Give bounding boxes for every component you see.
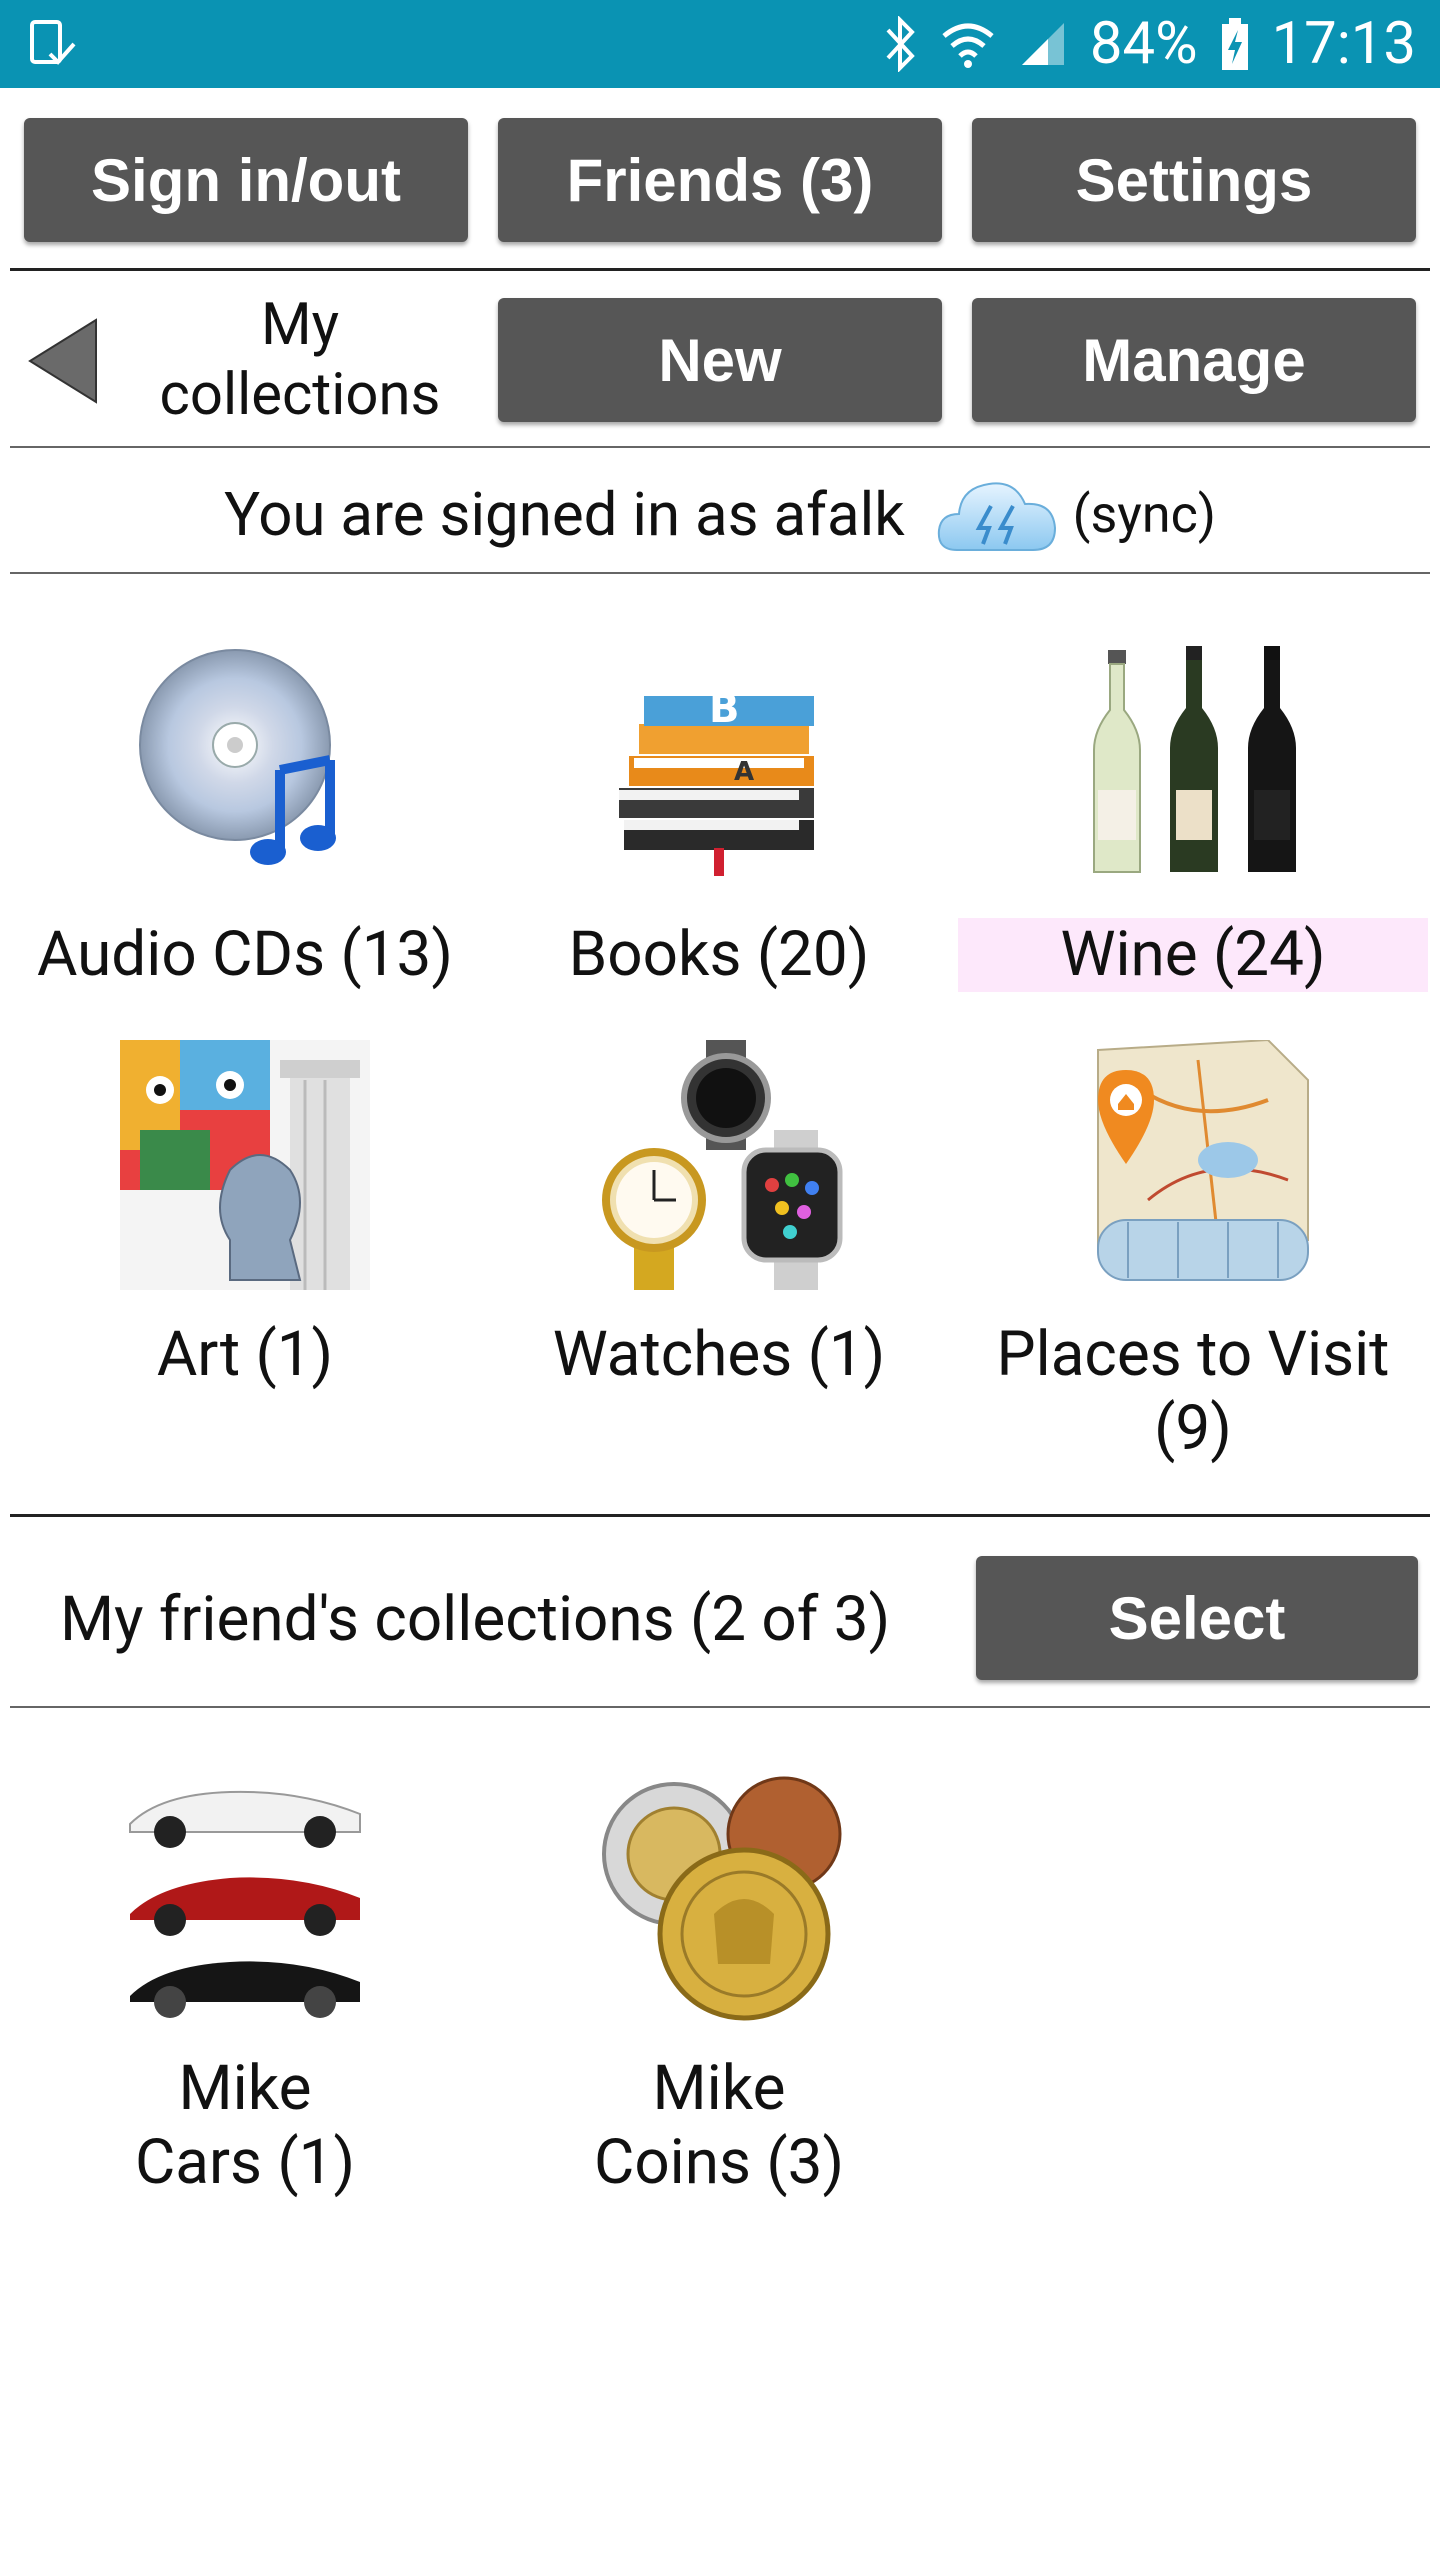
divider <box>10 1514 1430 1517</box>
map-icon <box>1097 1038 1309 1281</box>
signal-icon <box>1021 23 1064 65</box>
friends-collections-label: My friend's collections (2 of 3) <box>60 1583 891 1656</box>
collection-label: Mike Coins (3) <box>484 2052 954 2200</box>
bluetooth-icon <box>886 16 915 72</box>
divider <box>10 268 1430 271</box>
collection-label-line1: Mike <box>178 2052 312 2125</box>
divider <box>10 572 1430 574</box>
collection-art[interactable]: Art (1) <box>10 1040 480 1392</box>
svg-text:A: A <box>734 757 754 787</box>
cloud-sync-icon[interactable] <box>933 470 1059 558</box>
collection-watches[interactable]: Watches (1) <box>484 1040 954 1392</box>
battery-charging-icon <box>1221 18 1248 70</box>
collection-label: Mike Cars (1) <box>10 2052 480 2200</box>
status-bar: 84% 17:13 <box>0 0 1440 88</box>
signin-status: You are signed in as afalk (sync) <box>0 462 1440 566</box>
watches-icon <box>602 1040 843 1290</box>
sync-link[interactable]: (sync) <box>1073 484 1216 545</box>
collection-label-line2: Coins (3) <box>593 2126 845 2199</box>
collection-label: Wine (24) <box>958 918 1428 992</box>
select-button[interactable]: Select <box>976 1556 1418 1680</box>
page-title-line2: collections <box>159 361 441 429</box>
sign-in-out-button[interactable]: Sign in/out <box>24 118 468 242</box>
collection-label: Books (20) <box>568 918 870 991</box>
audio-cd-icon <box>139 649 336 865</box>
page-title-line1: My <box>260 291 340 359</box>
divider <box>10 446 1430 448</box>
collection-label-line2: (9) <box>1154 1392 1232 1465</box>
books-icon: B A <box>619 686 814 876</box>
collection-wine[interactable]: Wine (24) <box>958 640 1428 992</box>
manage-button[interactable]: Manage <box>972 298 1416 422</box>
friend-collection-cars[interactable]: Mike Cars (1) <box>10 1774 480 2200</box>
battery-percent: 84% <box>1089 10 1198 78</box>
cars-icon <box>129 1790 361 2018</box>
wifi-icon <box>942 23 994 68</box>
device-check-icon <box>30 20 76 65</box>
friends-button[interactable]: Friends (3) <box>498 118 942 242</box>
settings-button[interactable]: Settings <box>972 118 1416 242</box>
friend-collection-coins[interactable]: Mike Coins (3) <box>484 1774 954 2200</box>
coins-icon <box>602 1776 842 2021</box>
collection-label-line1: Mike <box>652 2052 786 2125</box>
collection-label: Art (1) <box>156 1318 334 1391</box>
collection-label: Places to Visit (9) <box>958 1318 1428 1466</box>
collection-label-line1: Places to Visit <box>996 1318 1390 1391</box>
collection-label-line2: Cars (1) <box>134 2126 356 2199</box>
clock: 17:13 <box>1271 10 1416 78</box>
art-icon <box>120 1040 370 1290</box>
divider <box>10 1706 1430 1708</box>
wine-bottles-icon <box>1093 646 1296 873</box>
page-title: My collections <box>120 290 480 430</box>
collection-label: Watches (1) <box>552 1318 886 1391</box>
svg-text:B: B <box>709 686 740 732</box>
collection-label: Audio CDs (13) <box>37 918 453 991</box>
collection-places-to-visit[interactable]: Places to Visit (9) <box>958 1038 1428 1466</box>
collection-audio-cds[interactable]: Audio CDs (13) <box>10 640 480 992</box>
collection-books[interactable]: B A Books (20) <box>484 640 954 992</box>
signin-text: You are signed in as afalk <box>224 478 905 550</box>
new-button[interactable]: New <box>498 298 942 422</box>
back-arrow-icon[interactable] <box>26 316 100 406</box>
